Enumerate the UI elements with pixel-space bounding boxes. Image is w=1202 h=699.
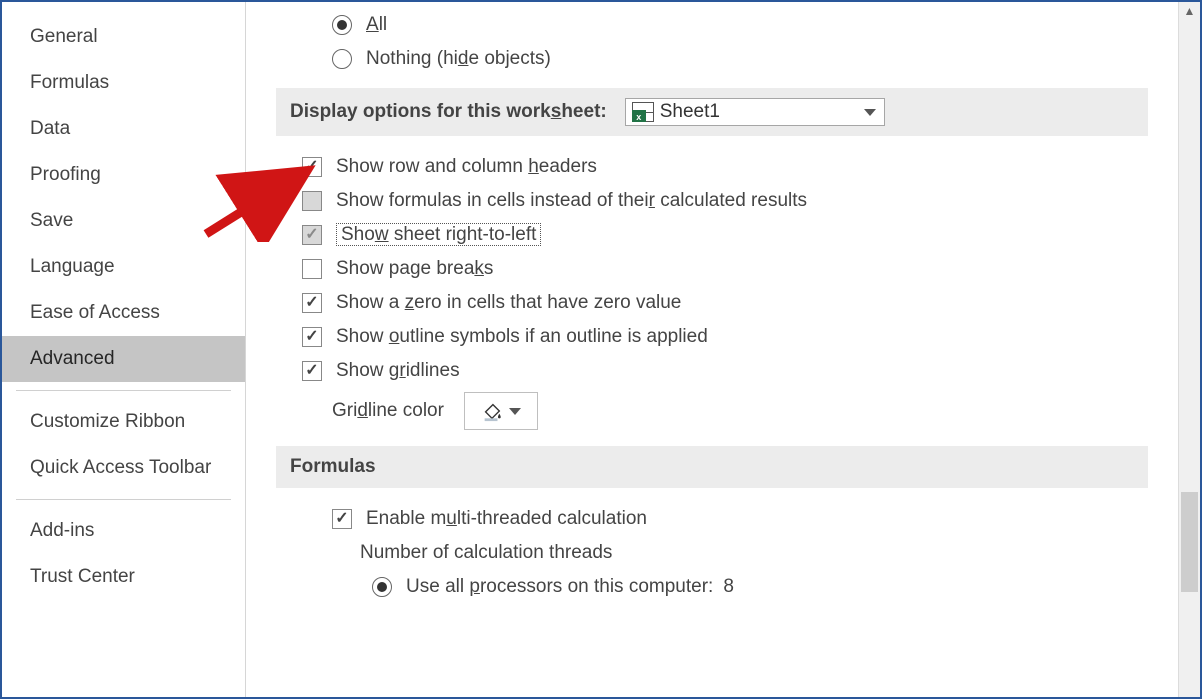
sidebar-item-general[interactable]: General [2,14,245,60]
checkbox-ws-label-2: Show sheet right-to-left [336,224,541,246]
radio-nothing[interactable] [332,49,352,69]
sidebar-item-formulas[interactable]: Formulas [2,60,245,106]
worksheet-icon: x [632,102,654,122]
checkbox-ws-4[interactable] [302,293,322,313]
sidebar-item-advanced[interactable]: Advanced [2,336,245,382]
section-title-formulas: Formulas [290,456,376,478]
worksheet-select[interactable]: x Sheet1 [625,98,885,126]
sidebar-item-quick-access-toolbar[interactable]: Quick Access Toolbar [2,445,245,491]
chevron-down-icon [509,408,521,415]
sidebar-item-data[interactable]: Data [2,106,245,152]
gridline-color-button[interactable] [464,392,538,430]
sidebar-item-save[interactable]: Save [2,198,245,244]
checkbox-ws-2[interactable] [302,225,322,245]
section-formulas: Formulas [276,446,1148,488]
checkbox-ws-label-0: Show row and column headers [336,156,597,178]
checkbox-ws-6[interactable] [302,361,322,381]
checkbox-ws-label-1: Show formulas in cells instead of their … [336,190,807,212]
scrollbar-thumb[interactable] [1181,492,1198,592]
sidebar-item-add-ins[interactable]: Add-ins [2,508,245,554]
radio-all[interactable] [332,15,352,35]
checkbox-ws-3[interactable] [302,259,322,279]
worksheet-select-value: Sheet1 [660,101,720,123]
checkbox-enable-multithread-label: Enable multi-threaded calculation [366,508,647,530]
vertical-scrollbar[interactable]: ▲ [1178,2,1200,697]
checkbox-ws-0[interactable] [302,157,322,177]
sidebar-item-ease-of-access[interactable]: Ease of Access [2,290,245,336]
sidebar-item-trust-center[interactable]: Trust Center [2,554,245,600]
radio-all-label: All [366,14,387,36]
scroll-up-icon[interactable]: ▲ [1179,4,1200,18]
sidebar-item-proofing[interactable]: Proofing [2,152,245,198]
sidebar-item-customize-ribbon[interactable]: Customize Ribbon [2,399,245,445]
radio-use-all-processors[interactable] [372,577,392,597]
checkbox-ws-label-6: Show gridlines [336,360,460,382]
options-content: All Nothing (hide objects) Display optio… [246,2,1178,697]
checkbox-ws-5[interactable] [302,327,322,347]
radio-use-all-processors-label: Use all processors on this computer:8 [406,576,734,598]
checkbox-ws-label-5: Show outline symbols if an outline is ap… [336,326,708,348]
checkbox-ws-label-3: Show page breaks [336,258,493,280]
sidebar-item-language[interactable]: Language [2,244,245,290]
checkbox-enable-multithread[interactable] [332,509,352,529]
options-sidebar: General Formulas Data Proofing Save Lang… [2,2,246,697]
section-title: Display options for this worksheet: [290,101,607,123]
paint-bucket-icon [481,400,503,422]
checkbox-ws-1[interactable] [302,191,322,211]
sidebar-separator [16,499,231,500]
checkbox-ws-label-4: Show a zero in cells that have zero valu… [336,292,681,314]
gridline-color-label: Gridline color [332,400,444,422]
chevron-down-icon [864,109,876,116]
section-display-worksheet: Display options for this worksheet: x Sh… [276,88,1148,136]
threads-label: Number of calculation threads [360,542,612,563]
sidebar-separator [16,390,231,391]
radio-nothing-label: Nothing (hide objects) [366,48,551,70]
